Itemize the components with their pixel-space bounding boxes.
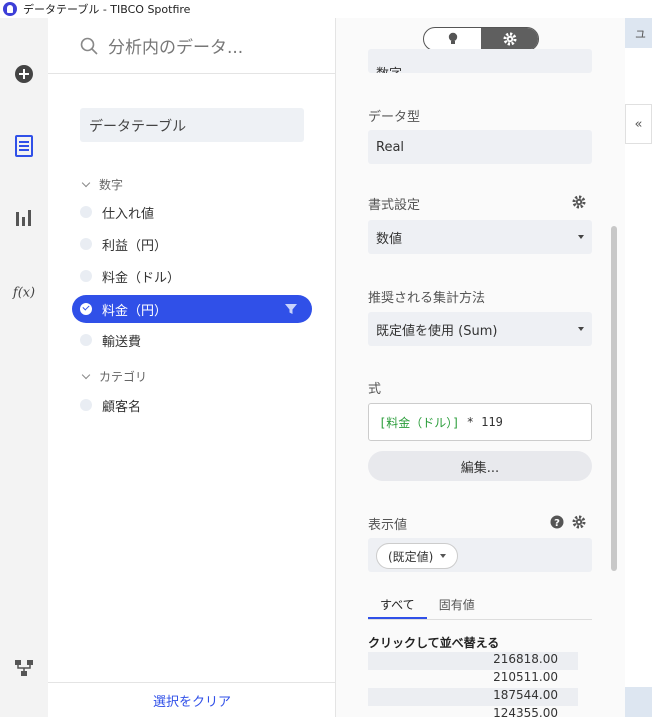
sort-header[interactable]: クリックして並べ替える: [368, 634, 499, 651]
data-type-label: データ型: [368, 110, 421, 125]
data-table-selector[interactable]: データテーブル: [80, 108, 304, 142]
add-icon[interactable]: [12, 62, 36, 86]
group-header-category[interactable]: カテゴリ: [80, 368, 147, 385]
group-header-numbers[interactable]: 数字: [80, 176, 123, 193]
caret-down-icon: [578, 235, 584, 239]
function-icon[interactable]: f(x): [12, 280, 36, 304]
window-title: データテーブル - TIBCO Spotfire: [23, 3, 191, 16]
svg-text:f(x): f(x): [12, 286, 35, 301]
expression-column-ref: [料金（ドル）]: [379, 415, 460, 430]
column-label: 料金（円）: [102, 303, 168, 319]
values-list: 216818.00 210511.00 187544.00 124355.00: [368, 652, 578, 717]
radio-icon: [80, 270, 92, 282]
edit-button[interactable]: 編集...: [368, 451, 592, 481]
hierarchy-icon[interactable]: [12, 656, 36, 680]
group-label: 数字: [99, 178, 124, 192]
search-input[interactable]: 分析内のデータ...: [108, 33, 243, 58]
aggregation-dropdown[interactable]: 既定値を使用 (Sum): [368, 312, 592, 346]
search-bar[interactable]: 分析内のデータ...: [48, 18, 336, 74]
lightbulb-icon: [448, 32, 457, 44]
display-value-label: 表示値: [368, 518, 408, 533]
svg-text:?: ?: [554, 518, 560, 529]
format-dropdown[interactable]: 数値: [368, 220, 592, 254]
expression-operator: * 119: [459, 415, 503, 429]
value-row: 187544.00: [368, 688, 578, 706]
data-table-icon[interactable]: [12, 134, 36, 158]
search-icon: [80, 37, 98, 55]
aggregation-value: 既定値を使用 (Sum): [376, 323, 498, 339]
data-type-value: Real: [376, 139, 405, 155]
gear-icon: [503, 32, 516, 46]
chevron-down-icon: [81, 370, 91, 379]
chart-icon[interactable]: [12, 206, 36, 230]
column-label: 輸送費: [102, 334, 142, 350]
scrollbar[interactable]: [611, 226, 617, 571]
aggregation-label: 推奨される集計方法: [368, 291, 486, 306]
view-toggle[interactable]: [423, 27, 539, 51]
expression-field[interactable]: [料金（ドル）] * 119: [368, 403, 592, 441]
tab-all[interactable]: すべて: [368, 592, 427, 619]
radio-icon: [80, 334, 92, 346]
visualization-area-edge: ユ «: [625, 18, 652, 717]
title-bar: データテーブル - TIBCO Spotfire: [0, 0, 652, 18]
data-type-field: Real: [368, 130, 592, 164]
value-row: 216818.00: [368, 652, 578, 670]
column-item[interactable]: 輸送費: [72, 326, 312, 354]
settings-tab[interactable]: [481, 28, 538, 50]
values-tabs: すべて 固有値: [368, 592, 592, 620]
radio-icon: [80, 399, 92, 411]
icon-sidebar: f(x): [0, 18, 48, 717]
insights-tab[interactable]: [424, 28, 481, 50]
category-field-partial[interactable]: 数字: [368, 49, 592, 73]
radio-icon: [80, 206, 92, 218]
column-label: 顧客名: [102, 399, 142, 415]
help-icon[interactable]: ?: [550, 515, 564, 529]
chevron-down-icon: [81, 178, 91, 187]
checkmark-icon: [80, 303, 92, 315]
column-item[interactable]: 仕入れ値: [72, 198, 312, 226]
caret-down-icon: [578, 327, 584, 331]
group-label: カテゴリ: [99, 370, 148, 384]
radio-icon: [80, 238, 92, 250]
filter-icon[interactable]: [284, 302, 298, 316]
column-item[interactable]: 顧客名: [72, 391, 312, 419]
display-value-dropdown[interactable]: (既定値): [376, 543, 459, 569]
column-item[interactable]: 利益（円）: [72, 230, 312, 258]
display-value-text: (既定値): [388, 549, 434, 564]
column-label: 料金（ドル）: [102, 270, 181, 286]
column-item[interactable]: 料金（ドル）: [72, 262, 312, 290]
column-item-selected[interactable]: 料金（円）: [72, 295, 312, 323]
column-label: 仕入れ値: [102, 206, 155, 222]
tab-unique[interactable]: 固有値: [427, 592, 487, 619]
column-label: 利益（円）: [102, 238, 168, 254]
format-label: 書式設定: [368, 198, 421, 213]
display-gear-icon[interactable]: [572, 515, 586, 529]
footer-strip: [625, 687, 652, 717]
header-strip: ユ: [625, 18, 652, 48]
field-value: 数字: [376, 63, 402, 73]
collapse-panel-button[interactable]: «: [625, 104, 652, 144]
properties-panel: 数字 データ型 Real 書式設定 数値 推奨される集計方法 既定値を使用 (S…: [336, 18, 625, 717]
format-value: 数値: [376, 231, 403, 247]
clear-selection-link[interactable]: 選択をクリア: [48, 682, 336, 717]
value-row: 124355.00: [493, 706, 558, 717]
data-panel: 分析内のデータ... データテーブル 数字 仕入れ値 利益（円） 料金（ドル） …: [48, 18, 336, 717]
spotfire-logo-icon: [3, 2, 17, 16]
format-gear-icon[interactable]: [572, 195, 586, 209]
caret-down-icon: [440, 554, 447, 558]
expression-label: 式: [368, 382, 382, 397]
value-row: 210511.00: [493, 670, 558, 684]
